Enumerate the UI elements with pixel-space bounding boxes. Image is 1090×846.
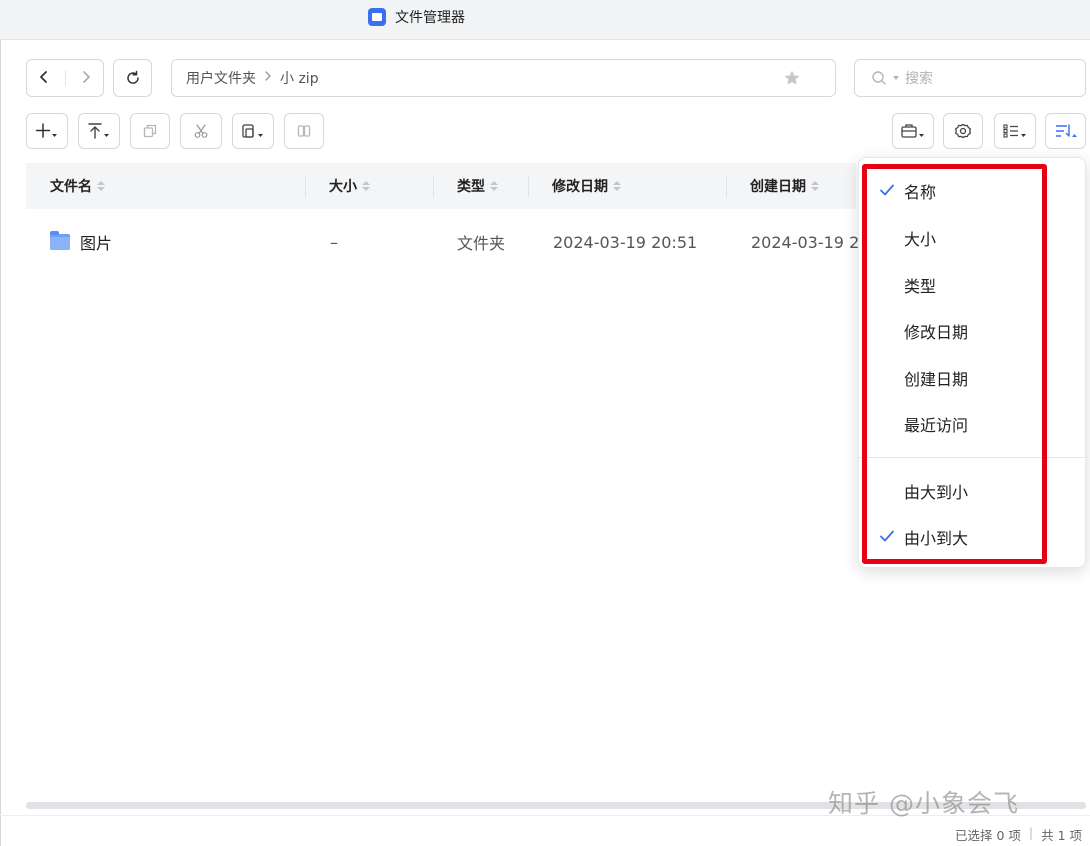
sort-ascending[interactable]: 由小到大 <box>859 517 1087 557</box>
column-header-type[interactable]: 类型 <box>457 163 498 209</box>
back-button[interactable] <box>39 69 49 88</box>
search-box[interactable] <box>854 59 1086 97</box>
check-icon <box>880 184 894 196</box>
move-icon <box>297 125 311 137</box>
column-divider[interactable] <box>726 175 727 197</box>
window-title: 文件管理器 <box>395 10 465 26</box>
sort-by-modified[interactable]: 修改日期 <box>859 311 1087 351</box>
file-name: 图片 <box>80 234 113 253</box>
nav-buttons <box>26 59 104 97</box>
menu-item-label: 最近访问 <box>904 416 969 435</box>
file-modified: 2024-03-19 20:51 <box>553 232 698 252</box>
file-size: – <box>330 232 338 252</box>
sort-button[interactable] <box>1045 113 1086 149</box>
cut-button[interactable] <box>180 113 222 149</box>
sort-arrows-icon <box>97 181 105 191</box>
column-header-size[interactable]: 大小 <box>329 163 370 209</box>
sort-by-recent[interactable]: 最近访问 <box>859 404 1087 444</box>
menu-item-label: 名称 <box>904 183 937 202</box>
menu-item-label: 由大到小 <box>904 483 969 502</box>
list-view-dropdown-icon <box>1003 124 1026 138</box>
favorite-star-icon[interactable] <box>783 69 801 87</box>
title-bar: 文件管理器 <box>0 0 1090 40</box>
column-divider[interactable] <box>305 175 306 197</box>
selected-count: 已选择 0 项 <box>954 828 1021 843</box>
copy-icon <box>143 124 157 138</box>
path-bar[interactable]: 用户文件夹 小 zip <box>171 59 836 97</box>
breadcrumb-current[interactable]: 小 zip <box>280 68 319 88</box>
forward-button[interactable] <box>81 69 91 88</box>
sort-descending[interactable]: 由大到小 <box>859 471 1087 511</box>
sort-icon <box>1055 124 1077 137</box>
paste-dropdown-icon <box>242 124 263 138</box>
column-label: 类型 <box>457 179 485 195</box>
search-input[interactable] <box>905 70 1055 86</box>
sort-by-name[interactable]: 名称 <box>859 171 1087 211</box>
left-border <box>0 40 1 846</box>
chevron-right-icon <box>265 71 271 81</box>
file-name-cell: 图片 <box>50 220 112 264</box>
search-icon <box>872 71 886 85</box>
column-header-created[interactable]: 创建日期 <box>750 163 819 209</box>
column-label: 修改日期 <box>552 179 608 195</box>
refresh-icon <box>126 70 139 84</box>
sort-by-type[interactable]: 类型 <box>859 265 1087 305</box>
column-label: 大小 <box>329 179 357 195</box>
column-label: 创建日期 <box>750 179 806 195</box>
breadcrumb-root[interactable]: 用户文件夹 <box>186 68 256 88</box>
column-divider[interactable] <box>433 175 434 197</box>
chevron-right-icon <box>83 70 90 83</box>
column-header-name[interactable]: 文件名 <box>50 163 105 209</box>
sort-arrows-icon <box>613 181 621 191</box>
sort-arrows-icon <box>490 181 498 191</box>
sort-dropdown-menu: 名称 大小 类型 修改日期 创建日期 最近访问 由大到小 由小到大 <box>858 157 1087 568</box>
menu-item-label: 类型 <box>904 277 937 296</box>
toolbox-button[interactable] <box>892 113 934 149</box>
file-created: 2024-03-19 20:51 <box>751 232 860 252</box>
search-scope-caret-icon[interactable] <box>893 76 899 80</box>
upload-dropdown-icon <box>88 123 109 139</box>
refresh-button[interactable] <box>113 59 152 97</box>
view-mode-button[interactable] <box>994 113 1036 149</box>
paste-button[interactable] <box>232 113 274 149</box>
folder-icon <box>50 231 70 250</box>
table-header: 文件名 大小 类型 修改日期 创建日期 <box>26 163 856 209</box>
sort-arrows-icon <box>362 181 370 191</box>
nav-separator <box>64 70 66 86</box>
column-label: 文件名 <box>50 179 92 195</box>
menu-item-label: 修改日期 <box>904 323 969 342</box>
menu-item-label: 创建日期 <box>904 370 969 389</box>
app-title: 文件管理器 <box>368 7 465 27</box>
move-button[interactable] <box>284 113 324 149</box>
status-separator: | <box>1028 825 1034 840</box>
settings-button[interactable] <box>943 113 983 149</box>
sort-by-created[interactable]: 创建日期 <box>859 358 1087 398</box>
table-row[interactable]: 图片 – 文件夹 2024-03-19 20:51 2024-03-19 20:… <box>26 220 860 264</box>
total-count: 共 1 项 <box>1041 828 1082 843</box>
status-text: 已选择 0 项 | 共 1 项 <box>955 825 1082 844</box>
gear-icon <box>955 123 971 139</box>
plus-dropdown-icon <box>35 123 57 138</box>
copy-button[interactable] <box>130 113 170 149</box>
column-header-modified[interactable]: 修改日期 <box>552 163 621 209</box>
file-manager-icon <box>368 8 386 26</box>
sort-arrows-icon <box>811 181 819 191</box>
menu-item-label: 由小到大 <box>904 529 969 548</box>
sort-by-size[interactable]: 大小 <box>859 218 1087 258</box>
check-icon <box>880 530 894 542</box>
chevron-left-icon <box>40 70 47 83</box>
new-button[interactable] <box>26 113 68 149</box>
watermark: 知乎 @小象会飞 <box>828 789 1019 818</box>
menu-item-label: 大小 <box>904 230 937 249</box>
upload-button[interactable] <box>78 113 120 149</box>
column-divider[interactable] <box>528 175 529 197</box>
file-type: 文件夹 <box>457 234 506 253</box>
breadcrumb-separator <box>264 70 272 86</box>
menu-divider <box>859 457 1087 458</box>
scissors-icon <box>194 124 208 138</box>
toolbox-dropdown-icon <box>901 124 924 138</box>
